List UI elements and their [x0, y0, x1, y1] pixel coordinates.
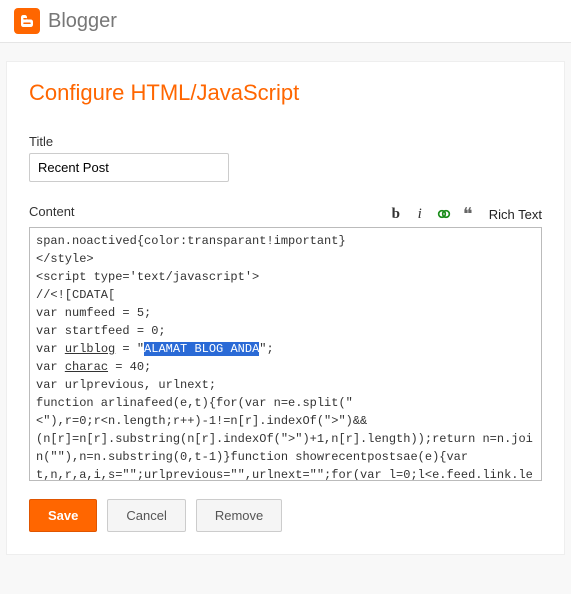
save-button[interactable]: Save — [29, 499, 97, 532]
app-header: Blogger — [0, 0, 571, 43]
link-icon[interactable] — [435, 205, 453, 223]
title-label: Title — [29, 134, 542, 149]
cancel-button[interactable]: Cancel — [107, 499, 185, 532]
content-label: Content — [29, 204, 75, 219]
page-title: Configure HTML/JavaScript — [29, 80, 542, 106]
italic-icon[interactable]: i — [411, 205, 429, 223]
richtext-toggle[interactable]: Rich Text — [489, 207, 542, 222]
button-row: Save Cancel Remove — [29, 499, 542, 532]
blogger-logo-icon — [14, 8, 40, 34]
config-panel: Configure HTML/JavaScript Title Content … — [6, 61, 565, 555]
remove-button[interactable]: Remove — [196, 499, 282, 532]
editor-toolbar: b i ❝ Rich Text — [387, 205, 542, 223]
quote-icon[interactable]: ❝ — [459, 205, 477, 223]
bold-icon[interactable]: b — [387, 205, 405, 223]
brand-name: Blogger — [48, 10, 117, 33]
title-input[interactable] — [29, 153, 229, 182]
content-textarea[interactable]: span.noactived{color:transparant!importa… — [29, 227, 542, 481]
